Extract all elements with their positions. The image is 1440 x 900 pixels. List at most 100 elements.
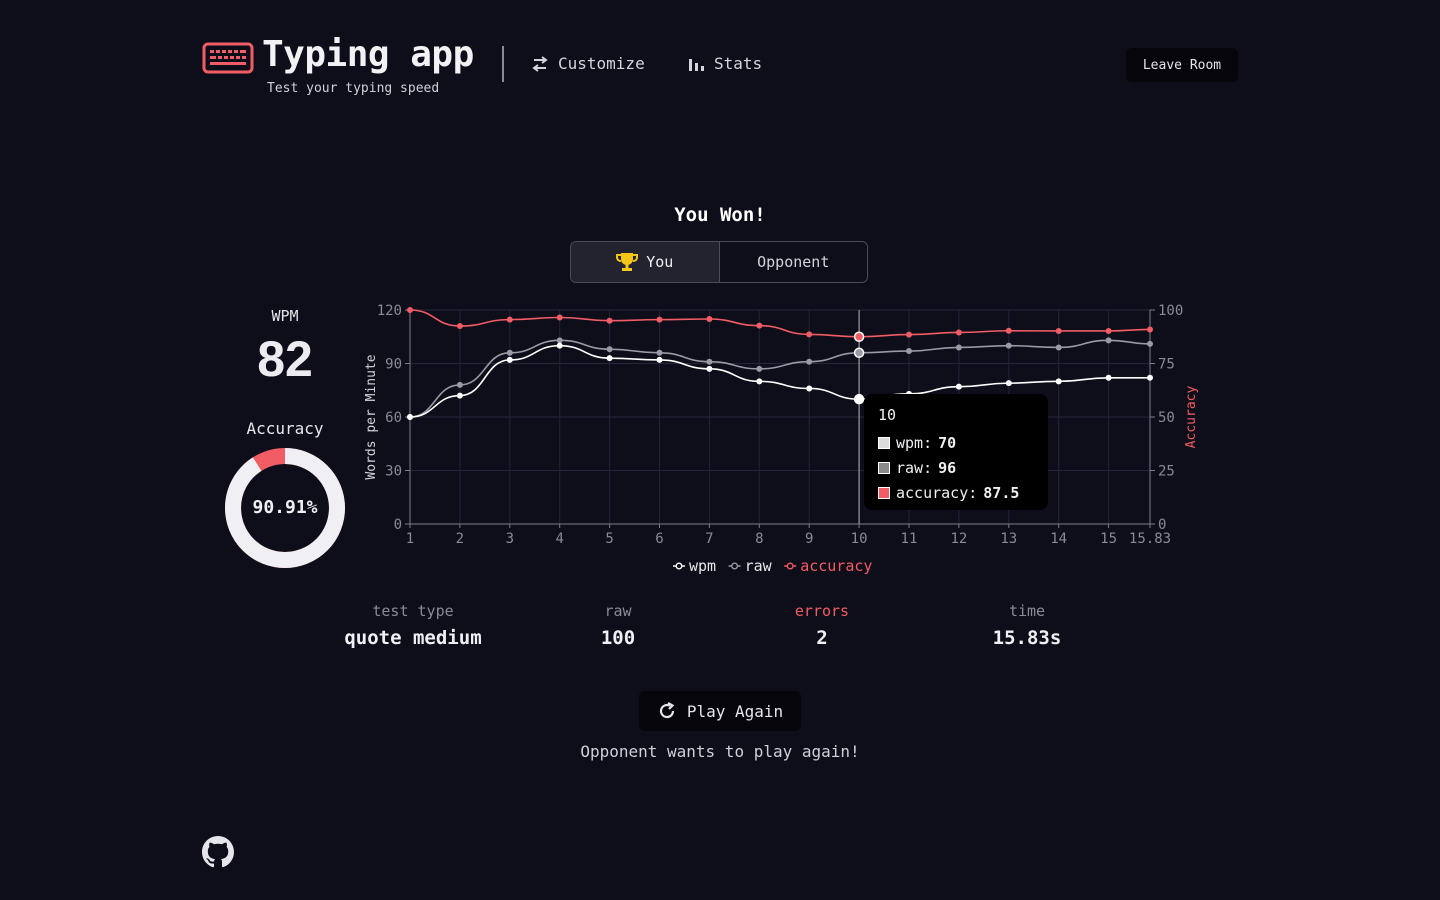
legend-label-raw: raw [745, 557, 773, 575]
point-accuracy [806, 331, 813, 338]
tab-opponent[interactable]: Opponent [720, 242, 868, 282]
tooltip-value-raw: 96 [938, 458, 957, 477]
x-tick-label: 3 [506, 531, 514, 547]
x-tick-label: 10 [851, 531, 868, 547]
point-raw [556, 337, 563, 344]
app-title[interactable]: Typing app [262, 34, 474, 75]
point-accuracy [456, 323, 463, 330]
point-raw [853, 347, 865, 359]
point-wpm [706, 365, 713, 372]
play-again-button[interactable]: Play Again [639, 691, 801, 731]
nav-stats-label: Stats [714, 54, 763, 73]
x-tick-label: 14 [1050, 531, 1067, 547]
play-again-label: Play Again [686, 701, 784, 721]
point-raw [756, 365, 763, 372]
y-tick-label: 0 [394, 517, 402, 533]
y-tick-label: 120 [377, 303, 402, 319]
point-accuracy [955, 329, 962, 336]
app-subtitle: Test your typing speed [267, 81, 440, 96]
stat-raw-label: raw [604, 602, 632, 620]
point-accuracy [556, 314, 563, 321]
point-wpm [656, 356, 663, 363]
sliders-icon [532, 55, 548, 72]
point-wpm [806, 385, 813, 392]
trophy-icon [616, 253, 639, 271]
accuracy-value: 90.91% [252, 497, 318, 518]
x-tick-label: 6 [655, 531, 663, 547]
point-wpm [1147, 374, 1153, 381]
point-raw [1005, 342, 1012, 349]
tooltip-swatch-raw [878, 461, 890, 474]
point-accuracy [407, 307, 413, 313]
x-tick-label: 8 [755, 531, 763, 547]
y2-tick-label: 50 [1158, 410, 1175, 426]
point-wpm [456, 392, 463, 399]
point-raw [905, 348, 912, 355]
y2-tick-label: 25 [1158, 464, 1175, 480]
y-axis-title: Words per Minute [364, 354, 379, 479]
tooltip-value-wpm: 70 [938, 433, 957, 452]
y-tick-label: 90 [385, 357, 402, 373]
tab-you[interactable]: You [571, 242, 720, 282]
tooltip-label-raw: raw: [896, 458, 933, 477]
stat-raw-value: 100 [600, 627, 636, 649]
chart-tooltip: 10 wpm: 70 raw: 96 accuracy: 87.5 [864, 394, 1048, 510]
point-raw [1055, 344, 1062, 351]
point-wpm [853, 393, 865, 405]
point-wpm [407, 414, 413, 420]
y2-tick-label: 100 [1158, 303, 1183, 319]
stat-time-label: time [1008, 602, 1046, 620]
x-tick-label: 1 [406, 531, 414, 547]
x-tick-label: 12 [950, 531, 967, 547]
legend-marker-accuracy [786, 562, 794, 570]
point-accuracy [706, 315, 713, 322]
point-wpm [756, 378, 763, 385]
github-icon[interactable] [202, 836, 234, 868]
bar-chart-icon [689, 58, 704, 71]
point-accuracy [1147, 326, 1153, 333]
point-wpm [606, 355, 613, 362]
tooltip-row-wpm: wpm: 70 [878, 430, 1034, 455]
stat-errors-label: errors [794, 602, 850, 620]
refresh-icon [659, 702, 675, 719]
stat-errors-value: 2 [816, 627, 828, 649]
nav-stats[interactable]: Stats [687, 54, 762, 73]
point-accuracy [1055, 327, 1062, 334]
nav-customize[interactable]: Customize [531, 54, 645, 73]
tooltip-row-accuracy: accuracy: 87.5 [878, 480, 1034, 505]
y-tick-label: 60 [385, 410, 402, 426]
point-accuracy [905, 331, 912, 338]
wpm-label: WPM [271, 307, 299, 325]
tooltip-title: 10 [878, 406, 897, 424]
point-wpm [506, 356, 513, 363]
accuracy-label: Accuracy [246, 419, 324, 438]
point-wpm [1105, 374, 1112, 381]
legend-label-accuracy: accuracy [800, 557, 872, 575]
point-accuracy [853, 331, 865, 342]
point-accuracy [606, 317, 613, 324]
y-tick-label: 30 [385, 464, 402, 480]
leave-room-button[interactable]: Leave Room [1126, 48, 1238, 82]
keyboard-logo-icon [202, 42, 254, 74]
tooltip-swatch-wpm [878, 436, 890, 449]
header-divider [502, 46, 504, 82]
stat-time-value: 15.83s [992, 627, 1062, 649]
series-line-accuracy [409, 309, 1151, 338]
point-wpm [955, 383, 962, 390]
point-raw [606, 346, 613, 353]
point-wpm [556, 342, 563, 349]
tab-you-label: You [646, 253, 674, 271]
opponent-message: Opponent wants to play again! [580, 742, 860, 761]
stat-test-type-value: quote medium [344, 627, 482, 649]
legend-marker-wpm [675, 562, 683, 570]
point-raw [456, 381, 463, 388]
point-accuracy [656, 316, 663, 323]
point-accuracy [1005, 327, 1012, 334]
point-raw [656, 349, 663, 356]
nav-customize-label: Customize [558, 54, 645, 73]
wpm-chart[interactable]: 030609012002550751001 2 3 4 5 6 7 8 9 10 11 12 13 14 1… [355, 300, 1215, 585]
point-wpm [1005, 380, 1012, 387]
x-tick-label: 2 [456, 531, 464, 547]
x-tick-label: 9 [805, 531, 813, 547]
point-raw [806, 358, 813, 365]
